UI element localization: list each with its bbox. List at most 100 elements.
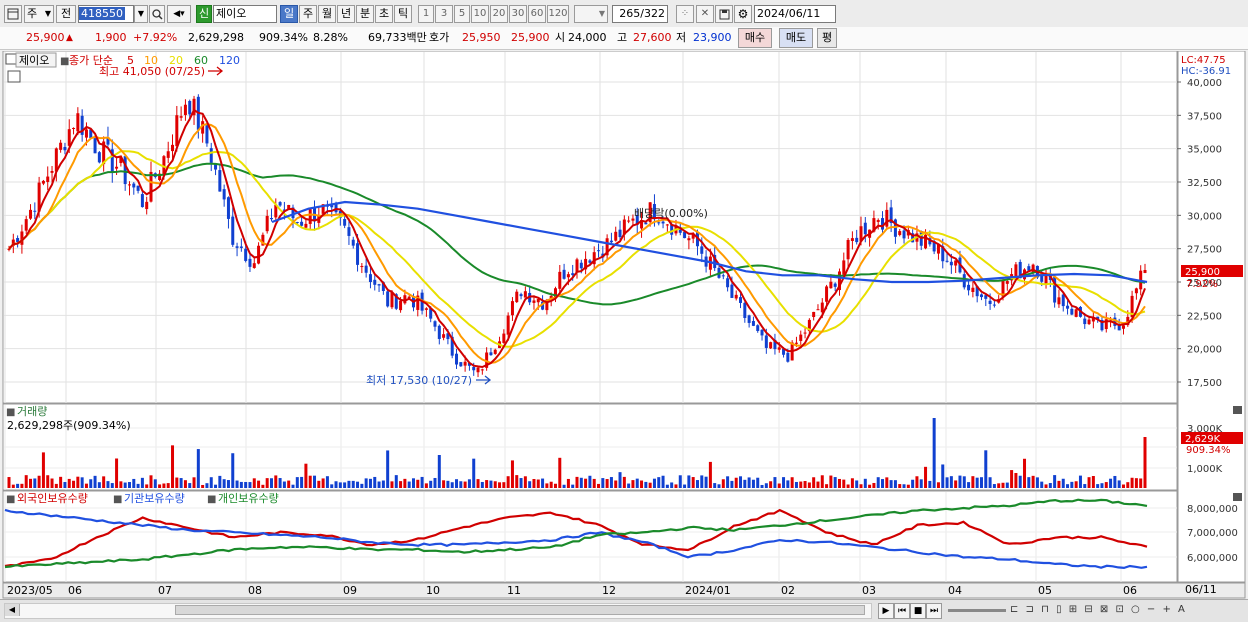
nav-first-icon[interactable]: ▶ [878,603,894,619]
nav-forward-icon[interactable]: ⏭ [926,603,942,619]
candle-body [1044,275,1048,284]
volume-bar [175,477,179,488]
range-field[interactable]: 265/322 [612,5,668,23]
volume-bar [932,418,936,488]
volume-bar [347,480,351,488]
interval-button-7[interactable]: 120 [547,5,569,23]
period-button-0[interactable]: 일 [280,5,298,23]
volume-bar [510,460,514,488]
period-button-6[interactable]: 틱 [394,5,412,23]
volume-bar [403,478,407,488]
interval-button-3[interactable]: 10 [471,5,489,23]
zoom-slider[interactable] [948,609,1006,612]
settings-icon[interactable]: ⚙ [734,5,752,23]
sell-button[interactable]: 매도 [779,28,813,48]
nav-rewind-icon[interactable]: ⏮ [894,603,910,619]
interval-button-5[interactable]: 30 [509,5,527,23]
candle-body [252,263,256,268]
eval-button[interactable]: 평 [817,28,837,48]
candle-body [93,138,97,154]
price-tag-label: 25,900 [1185,267,1220,278]
quote-change-pct: +7.92% [133,31,178,44]
volume-bar [132,478,136,488]
volume-bar [640,480,644,488]
candle-body [29,209,33,219]
volume-bar [541,478,545,488]
stock-name-field[interactable]: 제이오 [213,5,277,23]
quote-change: 1,900 [95,31,127,44]
period-button-5[interactable]: 초 [375,5,393,23]
code-dropdown-button[interactable]: ▼ [134,5,148,23]
date-field[interactable]: 2024/06/11 [754,5,836,23]
x-tick-label: 09 [343,584,357,597]
candle-body [278,202,282,206]
candle-body [971,287,975,293]
period-button-2[interactable]: 월 [318,5,336,23]
flow-legend-marker: ■ [6,494,15,505]
interval-button-1[interactable]: 3 [435,5,453,23]
interval-dropdown[interactable]: ▼ [574,5,608,23]
volume-bar [485,480,489,488]
bid-label: 호가 [429,31,450,44]
tool-icons[interactable]: ⊏ ⊐ ⊓ ▯ ⊞ ⊟ ⊠ ⊡ ○ − + A [1010,603,1244,617]
volume-bar [343,482,347,488]
candle-body [777,347,781,350]
volume-bar [1121,484,1125,488]
interval-button-6[interactable]: 60 [528,5,546,23]
volume-bar [89,479,93,488]
volume-bar [618,472,622,488]
cross-icon[interactable]: ✕ [696,5,714,23]
layout-icon[interactable] [4,5,22,23]
interval-button-0[interactable]: 1 [418,5,434,23]
candle-body [687,238,691,241]
candle-body [618,229,622,238]
market-select[interactable]: 주 ▼ [24,5,54,23]
stock-chart[interactable]: 40,00037,50035,00032,50030,00027,50025,0… [0,51,1248,599]
x-axis-right-label: 06/11 [1185,583,1217,596]
volume-bar [876,477,880,488]
volume-bar [812,477,816,488]
candle-body [885,209,889,227]
speaker-icon[interactable]: ◀▾ [167,5,191,23]
quote-amount: 69,733백만 [368,31,427,44]
candle-body [459,362,463,367]
x-tick-label: 02 [781,584,795,597]
table-icon[interactable] [7,70,21,83]
buy-button[interactable]: 매수 [738,28,772,48]
type-select[interactable]: 전 [56,5,76,23]
candle-body [786,352,790,362]
volume-bar [670,482,674,488]
high-annotation: 최고 41,050 (07/25) [99,65,205,78]
volume-bar [33,478,37,488]
period-button-1[interactable]: 주 [299,5,317,23]
code-input[interactable]: 418550 [78,5,134,23]
volume-close-icon[interactable] [1233,406,1242,414]
interval-button-2[interactable]: 5 [454,5,470,23]
volume-bar [330,484,334,488]
volume-bar [919,479,923,488]
pct-tag-label: 7.92% [1186,279,1218,290]
save-icon[interactable] [715,5,733,23]
interval-button-4[interactable]: 20 [490,5,508,23]
volume-bar [1040,481,1044,488]
flow-tick-label: 6,000,000 [1187,553,1238,564]
period-button-3[interactable]: 년 [337,5,355,23]
chart-scrollbar[interactable]: ◀ [4,603,872,619]
candle-body [171,144,175,152]
scroll-thumb[interactable] [175,605,865,615]
volume-bar [756,477,760,488]
flow-close-icon[interactable] [1233,493,1242,501]
grid-icon[interactable]: ⁘ [676,5,694,23]
volume-bar [609,477,613,488]
nav-stop-icon[interactable]: ■ [910,603,926,619]
volume-bar [782,477,786,488]
candle-body [97,152,101,163]
volume-bar [472,458,476,488]
period-button-4[interactable]: 분 [356,5,374,23]
volume-bar [941,464,945,488]
search-icon[interactable] [149,5,165,23]
candle-body [59,142,63,150]
scroll-left-icon[interactable]: ◀ [5,604,20,616]
candle-body [945,260,949,262]
candle-body [205,125,209,144]
